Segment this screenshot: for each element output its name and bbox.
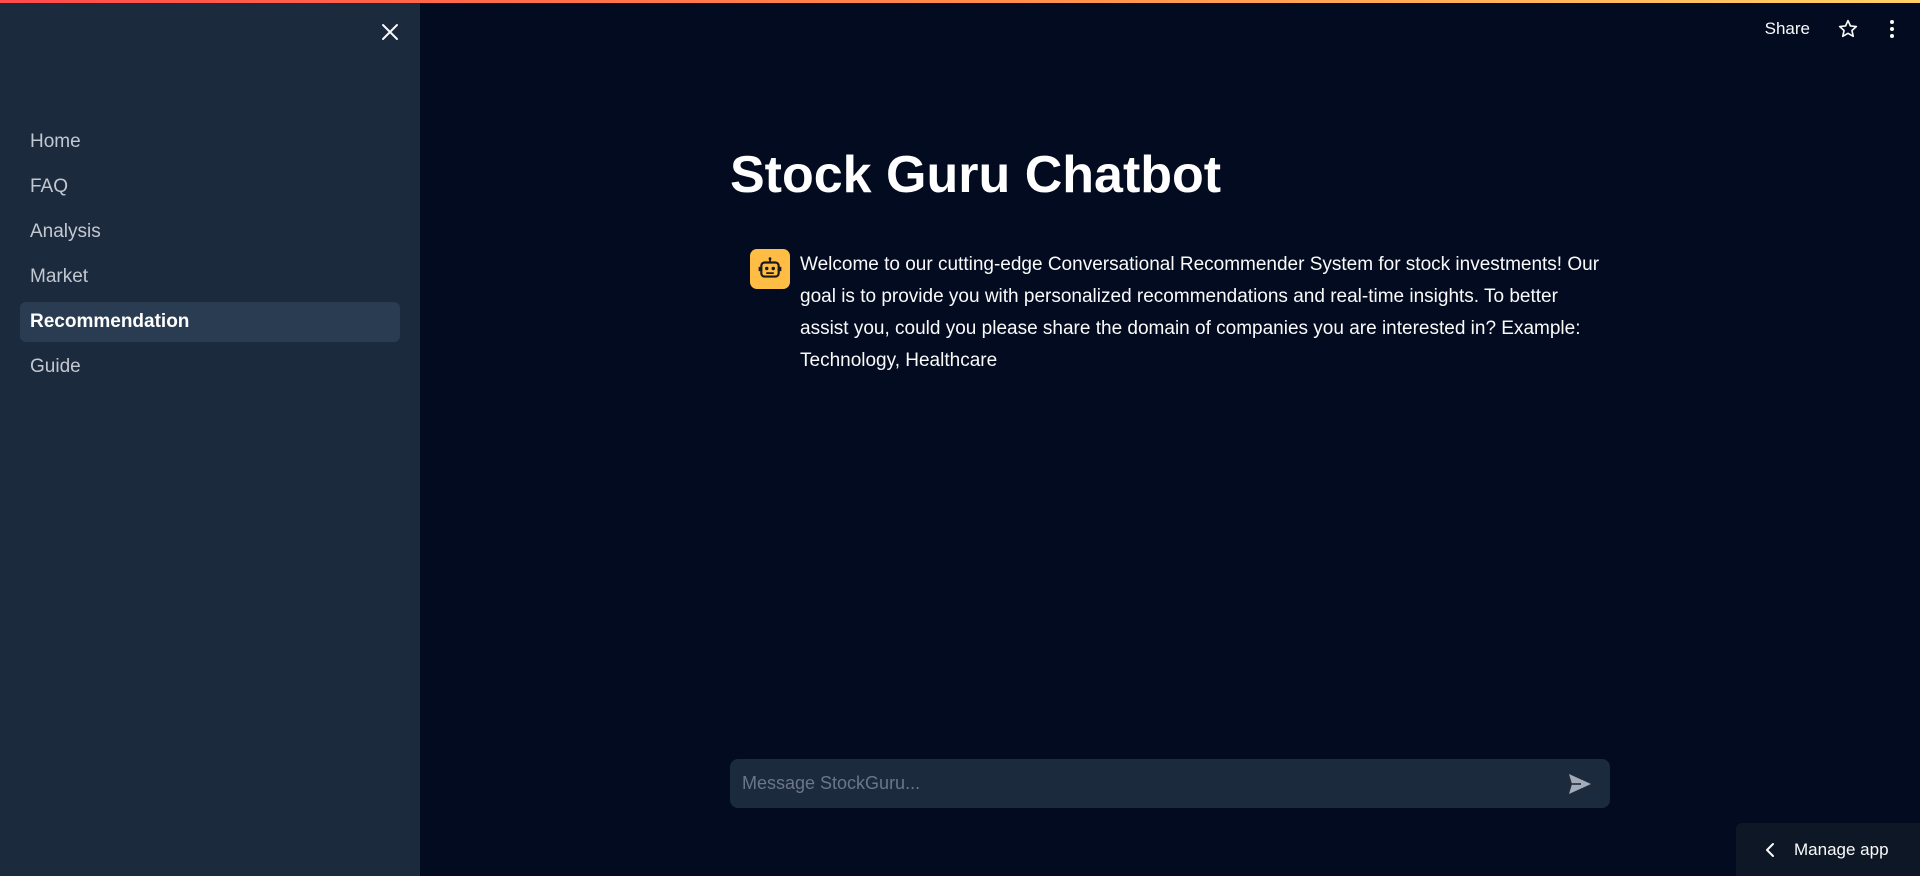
page-title: Stock Guru Chatbot <box>730 146 1222 204</box>
send-icon[interactable] <box>1560 764 1600 804</box>
manage-app-button[interactable]: Manage app <box>1736 823 1920 876</box>
sidebar-item-label: FAQ <box>30 176 69 197</box>
sidebar-item-analysis[interactable]: Analysis <box>20 212 400 252</box>
header-actions: Share <box>1765 10 1920 48</box>
top-accent-bar <box>0 0 1920 3</box>
sidebar-item-home[interactable]: Home <box>20 122 400 162</box>
sidebar-item-label: Market <box>30 266 89 287</box>
chat-input-container <box>730 759 1610 808</box>
sidebar-item-label: Guide <box>30 356 81 377</box>
star-icon[interactable] <box>1834 15 1862 43</box>
sidebar-item-label: Home <box>30 131 81 152</box>
sidebar-item-label: Analysis <box>30 221 101 242</box>
sidebar-item-faq[interactable]: FAQ <box>20 167 400 207</box>
close-icon[interactable] <box>376 18 404 46</box>
chat-input[interactable] <box>730 759 1560 808</box>
sidebar-item-recommendation[interactable]: Recommendation <box>20 302 400 342</box>
sidebar-item-guide[interactable]: Guide <box>20 347 400 387</box>
share-button[interactable]: Share <box>1765 19 1810 39</box>
robot-icon <box>750 249 790 289</box>
sidebar: Home FAQ Analysis Market Recommendation … <box>0 0 420 876</box>
sidebar-item-label: Recommendation <box>30 311 190 332</box>
chat-message-assistant: Welcome to our cutting-edge Conversation… <box>750 249 1610 396</box>
manage-app-label: Manage app <box>1794 839 1889 859</box>
more-vertical-icon[interactable] <box>1878 15 1906 43</box>
chevron-left-icon <box>1760 840 1780 860</box>
chat-message-text: Welcome to our cutting-edge Conversation… <box>800 254 1600 371</box>
sidebar-item-market[interactable]: Market <box>20 257 400 297</box>
sidebar-nav: Home FAQ Analysis Market Recommendation … <box>20 122 400 392</box>
